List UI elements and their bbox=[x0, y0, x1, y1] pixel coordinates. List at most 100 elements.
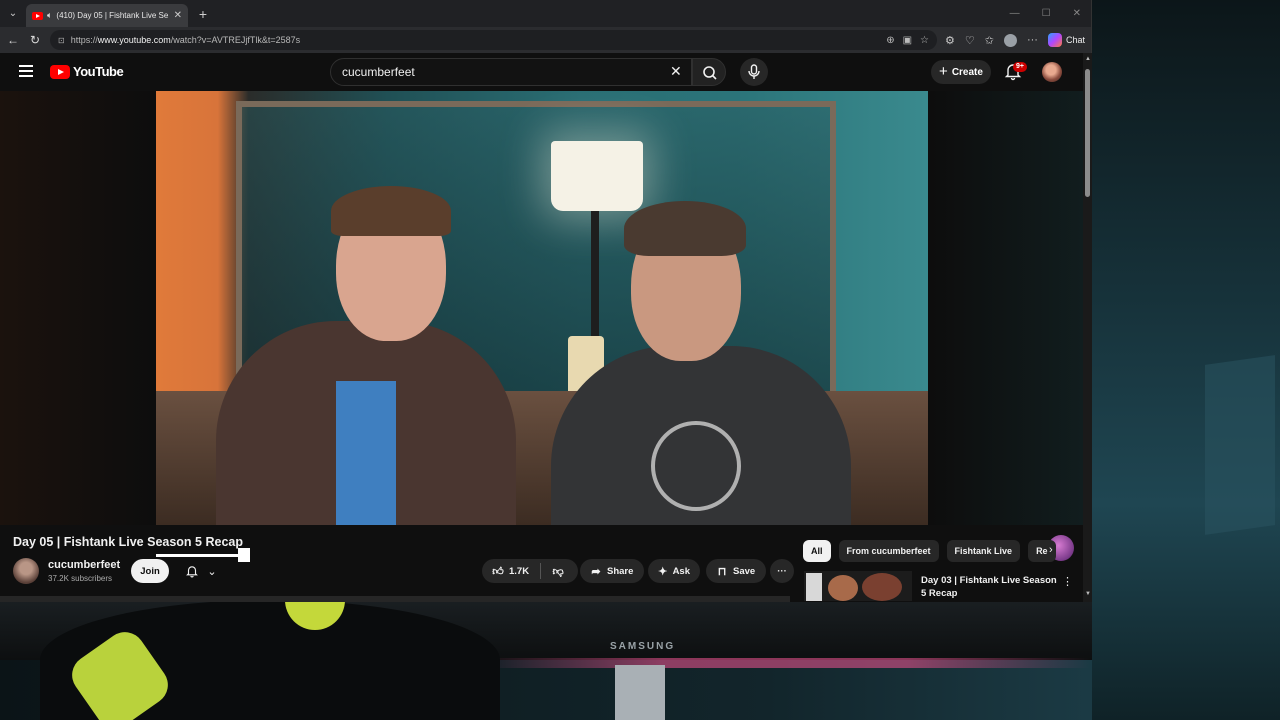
copilot-icon bbox=[1047, 33, 1062, 47]
scrollbar-thumb[interactable] bbox=[1085, 69, 1090, 197]
toolbar-icons: ⚙ ♡ ✩ ··· Chat bbox=[945, 33, 1085, 47]
notification-badge: 9+ bbox=[1013, 62, 1027, 72]
scroll-up-icon[interactable]: ▲ bbox=[1085, 56, 1091, 62]
video-title: Day 05 | Fishtank Live Season 5 Recap bbox=[13, 535, 243, 549]
menu-icon[interactable] bbox=[19, 65, 33, 77]
close-window-icon[interactable]: ✕ bbox=[1073, 8, 1081, 19]
horizontal-scrollbar[interactable] bbox=[0, 596, 790, 602]
youtube-favicon-icon bbox=[32, 11, 43, 20]
sparkle-icon: ✦ bbox=[658, 565, 668, 578]
more-actions-button[interactable]: ··· bbox=[770, 559, 794, 583]
favorite-star-icon[interactable]: ☆ bbox=[920, 35, 929, 46]
reading-view-icon[interactable]: ▣ bbox=[903, 35, 912, 46]
monitor-brand: SAMSUNG bbox=[610, 641, 676, 652]
copilot-chat-button[interactable]: Chat bbox=[1047, 33, 1085, 47]
recommendation-thumbnail[interactable] bbox=[804, 571, 912, 601]
chevron-right-icon[interactable]: › bbox=[1049, 544, 1053, 556]
chevron-down-icon: ⌄ bbox=[207, 565, 217, 578]
led-strip bbox=[480, 658, 1090, 668]
tab-title: (410) Day 05 | Fishtank Live Se bbox=[56, 11, 169, 20]
create-button[interactable]: + Create bbox=[931, 60, 991, 84]
plus-icon: + bbox=[939, 63, 948, 80]
like-dislike-group: 👍︎ 1.7K 👎︎ bbox=[482, 559, 578, 583]
share-label: Share bbox=[607, 565, 634, 577]
clear-search-icon[interactable]: ✕ bbox=[670, 64, 682, 78]
minimize-icon[interactable]: — bbox=[1010, 8, 1020, 19]
address-bar[interactable]: ⊡ https://www.youtube.com/watch?v=AVTREJ… bbox=[50, 30, 938, 50]
youtube-page: YouTube cucumberfeet ✕ + Create 9+ Day 0… bbox=[0, 53, 1092, 602]
thumb-shape bbox=[806, 573, 822, 601]
video-person-right-hair bbox=[624, 201, 746, 256]
scroll-down-icon[interactable]: ▼ bbox=[1085, 591, 1091, 597]
channel-avatar[interactable] bbox=[13, 558, 39, 584]
more-vertical-icon[interactable]: ⋮ bbox=[1062, 575, 1073, 588]
more-horizontal-icon: ··· bbox=[777, 565, 787, 577]
search-icon bbox=[703, 66, 717, 80]
video-progress-bar[interactable] bbox=[156, 554, 248, 557]
like-divider bbox=[540, 563, 542, 579]
extensions-icon[interactable]: ⚙ bbox=[945, 34, 955, 47]
favorites-icon[interactable]: ✩ bbox=[985, 34, 994, 47]
account-avatar[interactable] bbox=[1042, 62, 1062, 82]
video-shirt-logo bbox=[651, 421, 741, 511]
video-lamp-stand bbox=[591, 211, 599, 351]
video-person-left-hair bbox=[331, 186, 451, 236]
back-icon[interactable]: ← bbox=[6, 33, 20, 47]
search-button[interactable] bbox=[692, 58, 726, 86]
search-input[interactable]: cucumberfeet bbox=[330, 58, 692, 86]
microphone-icon bbox=[748, 64, 760, 79]
url-path: /watch?v=AVTREJjfTlk&t=2587s bbox=[170, 35, 301, 45]
chip-fishtank-live[interactable]: Fishtank Live bbox=[946, 540, 1021, 562]
bookmark-icon: ⊓ bbox=[717, 565, 727, 578]
youtube-logo[interactable]: YouTube bbox=[50, 64, 124, 79]
video-lamp bbox=[551, 141, 643, 211]
vertical-scrollbar[interactable]: ▲ ▼ bbox=[1083, 53, 1092, 602]
tab-active[interactable]: 🔈︎ (410) Day 05 | Fishtank Live Se ✕ bbox=[26, 4, 188, 27]
video-player[interactable] bbox=[156, 91, 928, 525]
site-info-icon[interactable]: ⊡ bbox=[58, 36, 65, 45]
create-label: Create bbox=[951, 66, 983, 78]
wall-panel bbox=[1205, 355, 1275, 535]
subscription-bell-button[interactable]: ⌄ bbox=[176, 559, 226, 583]
address-bar-row: ← ↻ ⊡ https://www.youtube.com/watch?v=AV… bbox=[0, 27, 1091, 53]
recommendation-title[interactable]: Day 03 | Fishtank Live Season 5 Recap bbox=[921, 574, 1061, 600]
scene: SAMSUNG ⌄ 🔈︎ (410) Day 05 | Fishtank Liv… bbox=[0, 0, 1280, 720]
translate-icon[interactable]: ⊕ bbox=[886, 35, 894, 46]
subscriber-count: 37.2K subscribers bbox=[48, 574, 113, 583]
like-count[interactable]: 1.7K bbox=[509, 566, 529, 577]
browser-essentials-icon[interactable]: ♡ bbox=[965, 34, 975, 47]
join-button[interactable]: Join bbox=[131, 559, 169, 583]
new-tab-button[interactable]: + bbox=[192, 6, 214, 22]
tab-actions-icon[interactable]: ⌄ bbox=[0, 8, 26, 19]
save-button[interactable]: ⊓ Save bbox=[706, 559, 766, 583]
channel-name[interactable]: cucumberfeet bbox=[48, 559, 120, 571]
url-prefix: https:// bbox=[70, 35, 98, 45]
video-person-left-shirt bbox=[336, 381, 396, 525]
chat-label: Chat bbox=[1065, 35, 1085, 45]
chip-all[interactable]: All bbox=[803, 540, 831, 562]
dislike-icon[interactable]: 👎︎ bbox=[552, 565, 564, 578]
more-menu-icon[interactable]: ··· bbox=[1027, 34, 1038, 46]
youtube-wordmark: YouTube bbox=[73, 64, 124, 79]
voice-search-button[interactable] bbox=[740, 58, 768, 86]
thumb-shape bbox=[862, 573, 902, 601]
browser-window: ⌄ 🔈︎ (410) Day 05 | Fishtank Live Se ✕ +… bbox=[0, 0, 1092, 602]
refresh-icon[interactable]: ↻ bbox=[28, 33, 42, 47]
youtube-header: YouTube cucumberfeet ✕ + Create 9+ bbox=[0, 53, 1082, 91]
share-button[interactable]: ➦ Share bbox=[580, 559, 644, 583]
share-arrow-icon: ➦ bbox=[591, 565, 601, 578]
like-icon[interactable]: 👍︎ bbox=[492, 565, 504, 578]
profile-icon[interactable] bbox=[1003, 33, 1017, 47]
video-progress-handle[interactable] bbox=[238, 548, 250, 562]
tab-bar: ⌄ 🔈︎ (410) Day 05 | Fishtank Live Se ✕ +… bbox=[0, 0, 1091, 27]
tab-close-icon[interactable]: ✕ bbox=[174, 10, 182, 21]
window-controls: — ☐ ✕ bbox=[1010, 8, 1091, 19]
youtube-play-icon bbox=[50, 64, 70, 79]
save-label: Save bbox=[733, 565, 756, 577]
bell-icon bbox=[186, 566, 199, 578]
chip-from-channel[interactable]: From cucumberfeet bbox=[838, 540, 939, 562]
maximize-icon[interactable]: ☐ bbox=[1042, 8, 1051, 19]
speaker-icon[interactable]: 🔈︎ bbox=[47, 10, 52, 21]
url-text: https://www.youtube.com/watch?v=AVTREJjf… bbox=[71, 35, 300, 45]
ask-button[interactable]: ✦ Ask bbox=[648, 559, 700, 583]
